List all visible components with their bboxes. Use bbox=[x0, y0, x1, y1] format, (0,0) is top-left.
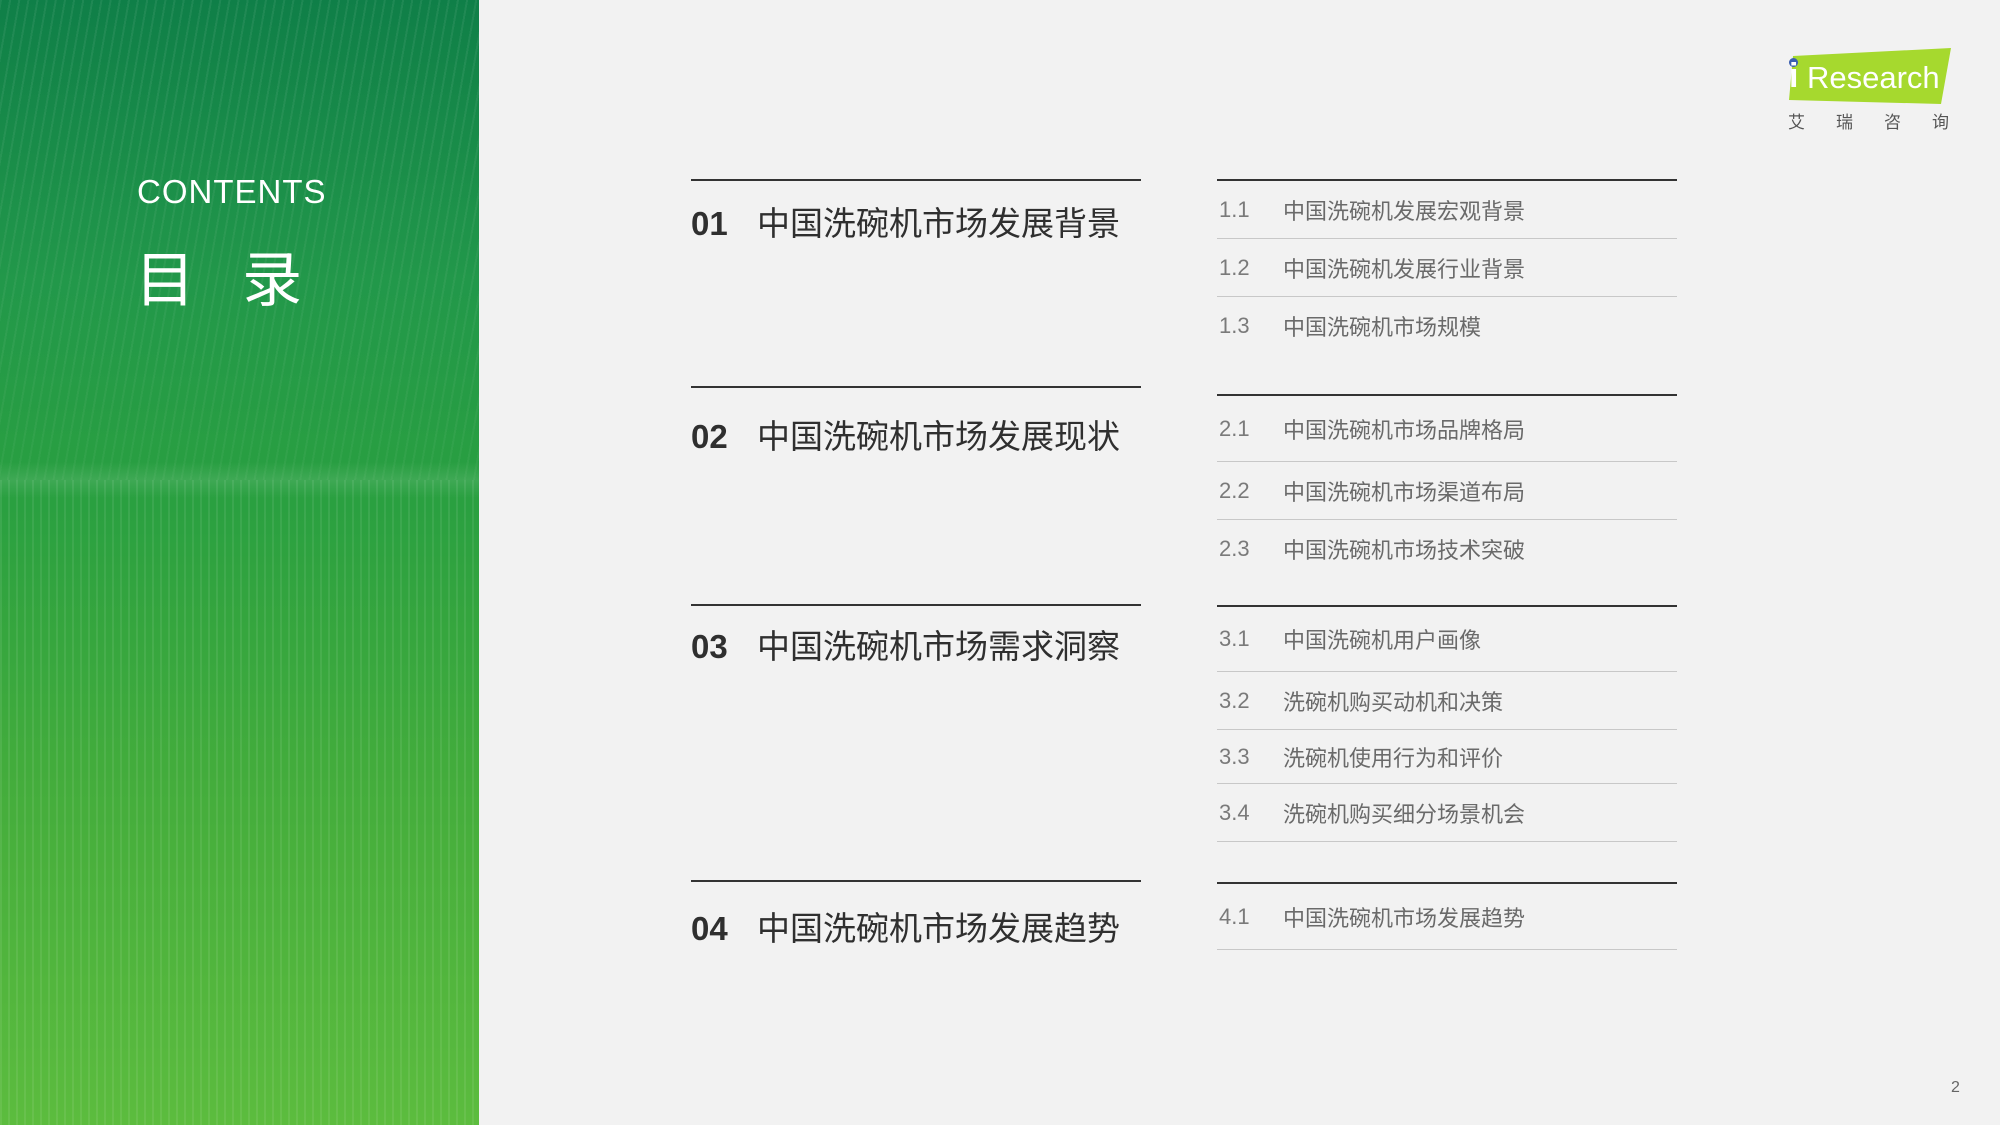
subsection-number: 1.2 bbox=[1219, 254, 1250, 280]
subsection-item: 4.1 中国洗碗机市场发展趋势 bbox=[1217, 884, 1677, 950]
subsection-item: 1.3 中国洗碗机市场规模 bbox=[1217, 297, 1677, 354]
section-number: 03 bbox=[691, 628, 728, 665]
subsection-item: 1.1 中国洗碗机发展宏观背景 bbox=[1217, 181, 1677, 239]
subsection-title: 洗碗机使用行为和评价 bbox=[1283, 746, 1504, 772]
section-04: 04 中国洗碗机市场发展趋势 bbox=[691, 880, 1141, 950]
section-number: 02 bbox=[691, 418, 728, 455]
subsection-title: 洗碗机购买动机和决策 bbox=[1283, 690, 1504, 716]
contents-label: CONTENTS bbox=[137, 173, 327, 210]
section-title: 中国洗碗机市场发展现状 bbox=[757, 417, 1120, 456]
logo-wordmark: Research bbox=[1807, 60, 1940, 95]
left-green-panel: CONTENTS 目 录 bbox=[0, 0, 479, 1125]
subsection-item: 3.2 洗碗机购买动机和决策 bbox=[1217, 672, 1677, 730]
section-heading: 02 中国洗碗机市场发展现状 bbox=[691, 410, 1141, 458]
logo-letter-i: i bbox=[1789, 57, 1799, 95]
section-rule bbox=[691, 880, 1141, 882]
subsection-item: 3.3 洗碗机使用行为和评价 bbox=[1217, 730, 1677, 784]
iresearch-logo: i Research 艾瑞咨询 bbox=[1785, 48, 1955, 138]
section-02: 02 中国洗碗机市场发展现状 bbox=[691, 386, 1141, 458]
section-rule bbox=[691, 179, 1141, 181]
subsection-item: 1.2 中国洗碗机发展行业背景 bbox=[1217, 239, 1677, 297]
subsection-list-04: 4.1 中国洗碗机市场发展趋势 bbox=[1217, 882, 1677, 950]
subsection-title: 中国洗碗机发展行业背景 bbox=[1283, 257, 1526, 283]
subsection-item: 2.1 中国洗碗机市场品牌格局 bbox=[1217, 396, 1677, 462]
subsection-number: 1.1 bbox=[1219, 196, 1250, 222]
subsection-list-01: 1.1 中国洗碗机发展宏观背景 1.2 中国洗碗机发展行业背景 1.3 中国洗碗… bbox=[1217, 179, 1677, 354]
subsection-list-02: 2.1 中国洗碗机市场品牌格局 2.2 中国洗碗机市场渠道布局 2.3 中国洗碗… bbox=[1217, 394, 1677, 577]
subsection-title: 洗碗机购买细分场景机会 bbox=[1283, 802, 1526, 828]
section-heading: 01 中国洗碗机市场发展背景 bbox=[691, 197, 1141, 245]
subsection-title: 中国洗碗机市场规模 bbox=[1283, 315, 1482, 341]
section-number: 04 bbox=[691, 910, 728, 947]
section-03: 03 中国洗碗机市场需求洞察 bbox=[691, 604, 1141, 668]
subsection-title: 中国洗碗机市场发展趋势 bbox=[1283, 906, 1526, 932]
subsection-title: 中国洗碗机市场品牌格局 bbox=[1283, 418, 1526, 444]
section-01: 01 中国洗碗机市场发展背景 bbox=[691, 179, 1141, 245]
subsection-item: 3.1 中国洗碗机用户画像 bbox=[1217, 607, 1677, 672]
subsection-list-03: 3.1 中国洗碗机用户画像 3.2 洗碗机购买动机和决策 3.3 洗碗机使用行为… bbox=[1217, 605, 1677, 842]
section-number: 01 bbox=[691, 205, 728, 242]
section-title: 中国洗碗机市场发展趋势 bbox=[757, 909, 1120, 948]
subsection-number: 2.2 bbox=[1219, 477, 1250, 503]
subsection-title: 中国洗碗机市场渠道布局 bbox=[1283, 480, 1526, 506]
section-rule bbox=[691, 604, 1141, 606]
subsection-item: 2.3 中国洗碗机市场技术突破 bbox=[1217, 520, 1677, 577]
subsection-number: 3.2 bbox=[1219, 687, 1250, 713]
section-title: 中国洗碗机市场发展背景 bbox=[757, 204, 1120, 243]
subsection-number: 3.1 bbox=[1219, 626, 1250, 651]
subsection-item: 3.4 洗碗机购买细分场景机会 bbox=[1217, 784, 1677, 842]
subsection-title: 中国洗碗机发展宏观背景 bbox=[1283, 199, 1526, 225]
subsection-number: 3.4 bbox=[1219, 799, 1250, 825]
page-number: 2 bbox=[1951, 1079, 1960, 1096]
section-heading: 03 中国洗碗机市场需求洞察 bbox=[691, 620, 1141, 668]
toc-title: 目 录 bbox=[135, 246, 317, 316]
subsection-number: 2.1 bbox=[1219, 415, 1250, 441]
subsection-title: 中国洗碗机市场技术突破 bbox=[1283, 538, 1526, 564]
subsection-item: 2.2 中国洗碗机市场渠道布局 bbox=[1217, 462, 1677, 520]
subsection-number: 4.1 bbox=[1219, 903, 1250, 929]
section-rule bbox=[691, 386, 1141, 388]
subsection-title: 中国洗碗机用户画像 bbox=[1283, 629, 1482, 654]
logo-chinese-name: 艾瑞咨询 bbox=[1788, 113, 1980, 133]
subsection-number: 3.3 bbox=[1219, 743, 1250, 769]
vertical-stripes-decoration bbox=[0, 480, 479, 1125]
subsection-number: 1.3 bbox=[1219, 312, 1250, 338]
slide: CONTENTS 目 录 i Research 艾瑞咨询 01 中国洗碗机市场发展… bbox=[0, 0, 2000, 1125]
section-title: 中国洗碗机市场需求洞察 bbox=[757, 627, 1120, 666]
section-heading: 04 中国洗碗机市场发展趋势 bbox=[691, 902, 1141, 950]
subsection-number: 2.3 bbox=[1219, 535, 1250, 561]
